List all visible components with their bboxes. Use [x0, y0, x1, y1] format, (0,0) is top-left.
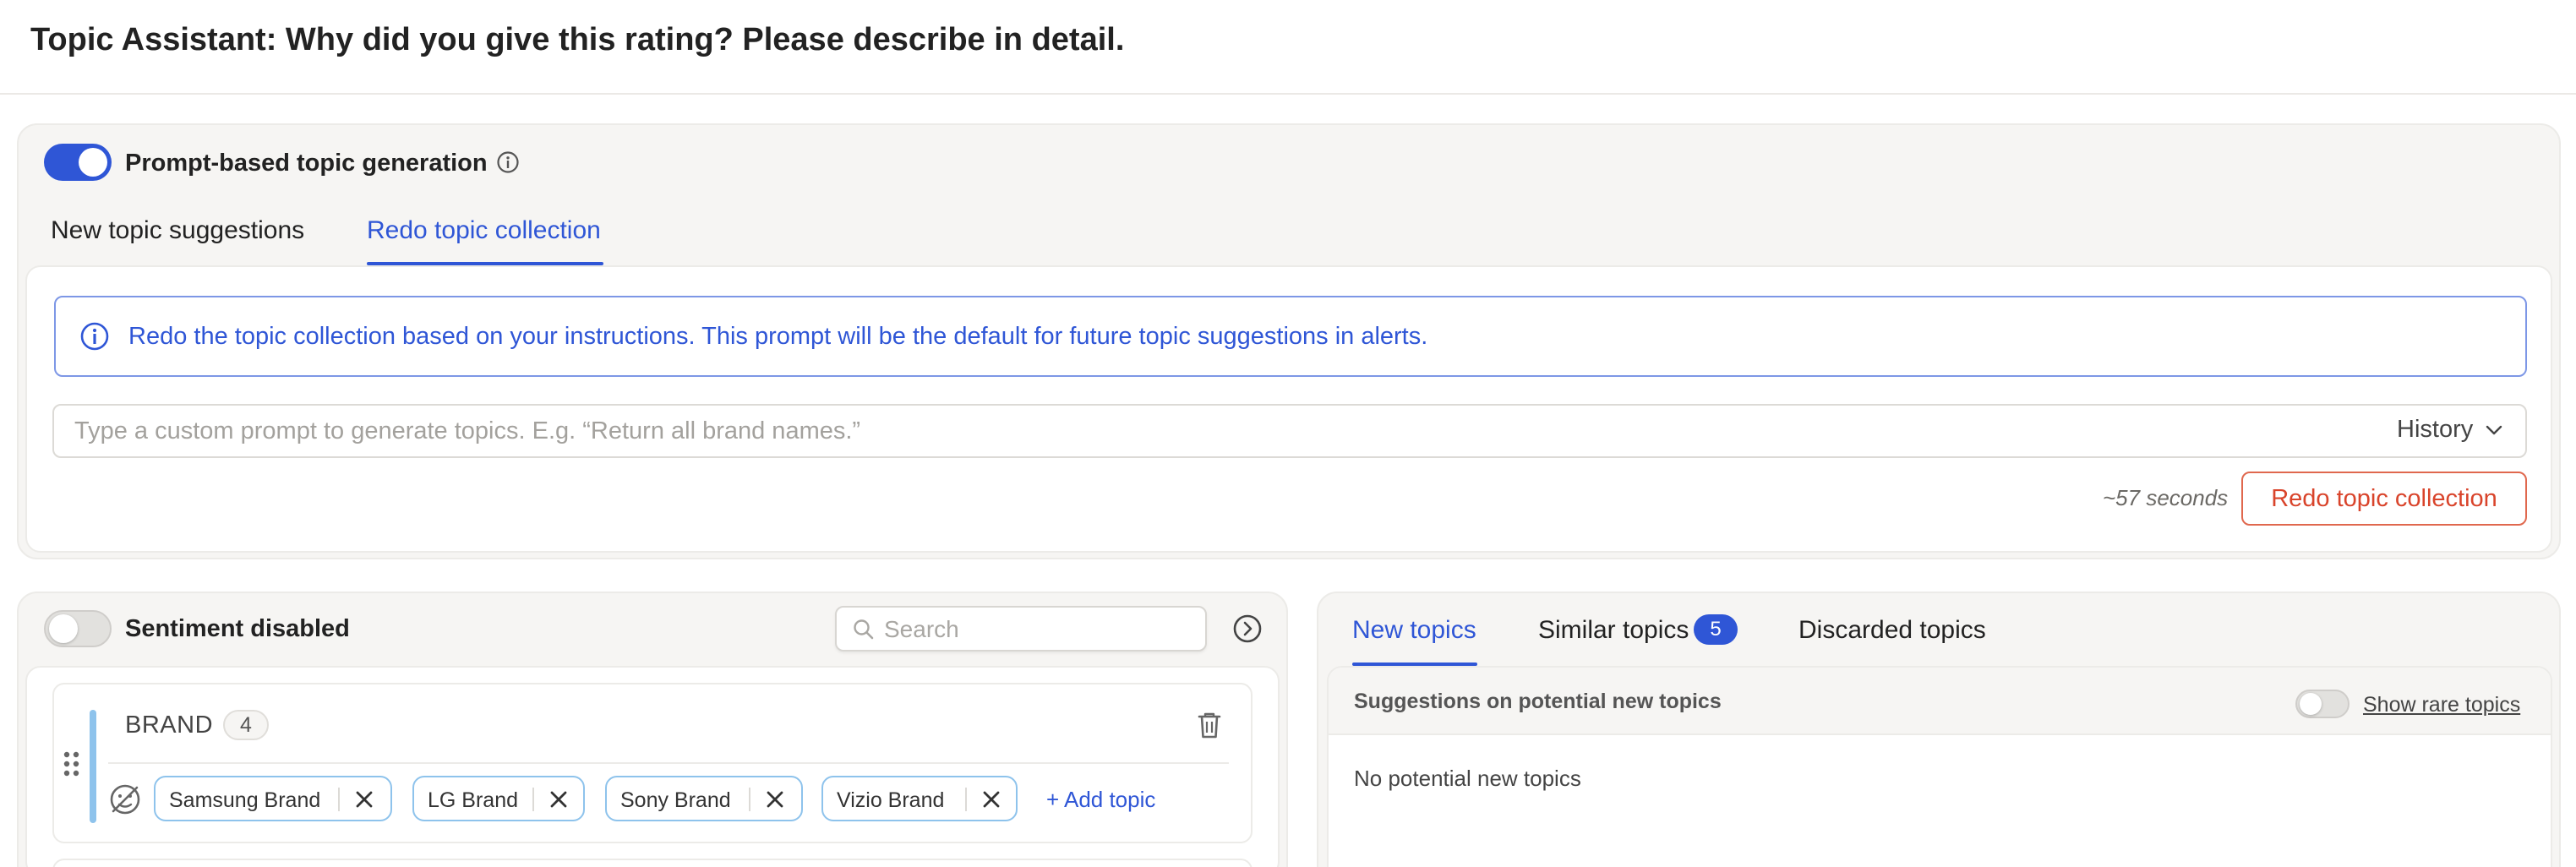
- topic-chip-label: Samsung Brand: [169, 788, 321, 812]
- topic-search[interactable]: [835, 606, 1207, 652]
- close-icon[interactable]: [764, 788, 786, 810]
- sentiment-toggle[interactable]: [44, 610, 112, 647]
- group-count-badge: 4: [223, 710, 269, 740]
- next-topic-group: [52, 859, 1253, 867]
- close-icon[interactable]: [548, 788, 570, 810]
- page-header: Topic Assistant: Why did you give this r…: [0, 0, 2576, 95]
- toggle-knob: [2300, 693, 2322, 715]
- info-icon[interactable]: [496, 150, 520, 174]
- rare-topics-toggle[interactable]: [2295, 690, 2350, 718]
- close-icon[interactable]: [980, 788, 1002, 810]
- empty-state-text: No potential new topics: [1354, 766, 1581, 791]
- topic-chip[interactable]: Sony Brand: [605, 776, 803, 821]
- trash-icon[interactable]: [1195, 710, 1224, 740]
- page-title: Topic Assistant: Why did you give this r…: [30, 22, 1125, 57]
- arrow-right-circle-icon[interactable]: [1232, 613, 1263, 644]
- similar-topics-count-badge: 5: [1694, 614, 1738, 645]
- tab-redo-topic-collection[interactable]: Redo topic collection: [367, 216, 601, 245]
- show-rare-topics-link[interactable]: Show rare topics: [2363, 693, 2520, 717]
- tab-similar-topics[interactable]: Similar topics: [1538, 616, 1689, 645]
- group-name: BRAND: [125, 712, 214, 739]
- topic-chip-label: Sony Brand: [620, 788, 731, 812]
- topic-chip-label: Vizio Brand: [837, 788, 945, 812]
- redo-topic-collection-button[interactable]: Redo topic collection: [2241, 472, 2527, 526]
- drag-handle-icon[interactable]: [63, 750, 81, 777]
- topic-chip-label: LG Brand: [428, 788, 519, 812]
- topic-chip[interactable]: Vizio Brand: [821, 776, 1018, 821]
- tab-new-topics[interactable]: New topics: [1352, 616, 1476, 645]
- toggle-knob: [79, 148, 107, 177]
- sentiment-off-icon[interactable]: [108, 782, 142, 816]
- time-estimate: ~57 seconds: [2103, 485, 2229, 510]
- history-label: History: [2397, 416, 2474, 443]
- add-topic-button[interactable]: + Add topic: [1046, 787, 1155, 813]
- chip-separator: [338, 788, 340, 811]
- custom-prompt-input[interactable]: [52, 404, 2527, 458]
- tab-new-topic-suggestions[interactable]: New topic suggestions: [51, 216, 304, 245]
- group-color-bar: [90, 710, 96, 823]
- close-icon[interactable]: [353, 788, 375, 810]
- group-divider: [108, 762, 1229, 764]
- info-banner: Redo the topic collection based on your …: [54, 296, 2527, 377]
- info-icon: [80, 322, 109, 351]
- info-banner-text: Redo the topic collection based on your …: [128, 323, 1428, 350]
- tab-discarded-topics[interactable]: Discarded topics: [1798, 616, 1986, 645]
- suggestions-section-title: Suggestions on potential new topics: [1354, 690, 1722, 713]
- search-input[interactable]: [884, 614, 1197, 645]
- search-icon: [854, 619, 874, 640]
- chip-separator: [965, 788, 967, 811]
- history-dropdown[interactable]: History: [2397, 416, 2503, 444]
- sentiment-label: Sentiment disabled: [125, 615, 350, 642]
- topic-chip[interactable]: Samsung Brand: [154, 776, 392, 821]
- topic-chip[interactable]: LG Brand: [412, 776, 585, 821]
- chip-separator: [749, 788, 750, 811]
- chip-separator: [532, 788, 534, 811]
- chevron-down-icon: [2486, 426, 2502, 435]
- prompt-generation-label: Prompt-based topic generation: [125, 150, 488, 177]
- toggle-knob: [49, 614, 78, 643]
- prompt-generation-toggle[interactable]: [44, 144, 112, 181]
